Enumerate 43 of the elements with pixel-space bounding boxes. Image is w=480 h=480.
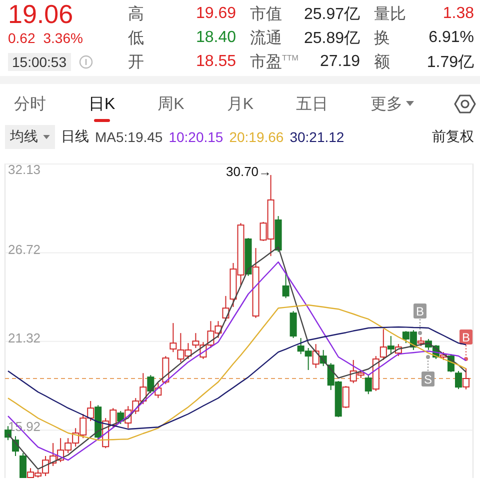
settings-icon[interactable] <box>454 93 476 115</box>
stat-label: 流通 <box>250 28 283 48</box>
ma-value: 10:20.15 <box>168 129 224 145</box>
period-tab[interactable]: 分时 <box>12 84 48 124</box>
stat-value: 19.69 <box>194 5 236 23</box>
adjust-option[interactable]: 前复权 <box>432 128 474 146</box>
period-tab[interactable]: 日K <box>86 84 118 124</box>
period-label: 日线 <box>61 128 89 146</box>
stat-value: 18.55 <box>194 53 236 71</box>
period-tab[interactable]: 五日 <box>294 84 330 124</box>
ma-selector[interactable]: 均线 <box>5 125 55 149</box>
period-tab[interactable]: 月K <box>224 84 256 124</box>
stat-label: 开 <box>128 52 145 72</box>
stat-label: 低 <box>128 28 145 48</box>
stat-value: 6.91% <box>428 29 474 47</box>
stat-label: 额 <box>374 52 391 72</box>
axis-label: 32.13 <box>8 162 41 177</box>
ma-value: 30:21.12 <box>290 129 344 145</box>
period-tab[interactable]: 周K <box>156 84 186 124</box>
ma-value: 20:19.66 <box>229 129 284 145</box>
stat-value: 27.19 <box>318 53 360 71</box>
axis-label: 26.72 <box>8 242 41 257</box>
stat-label: 市值 <box>250 4 283 24</box>
more-dropdown[interactable]: 更多 <box>368 84 416 124</box>
price-change: 0.62 <box>8 30 36 46</box>
stat-label: 换 <box>374 28 391 48</box>
stat-label: 市盈$^{TTM}$ <box>250 52 296 72</box>
candlestick <box>282 273 290 299</box>
stat-value: 18.40 <box>194 29 236 47</box>
change-percent: 3.36% <box>43 30 83 46</box>
caret-icon <box>406 101 414 107</box>
stat-value: 1.79亿 <box>426 52 474 72</box>
stat-value: 25.97亿 <box>302 4 360 24</box>
high-price-label: 30.70→ <box>226 164 272 179</box>
stat-label: 量比 <box>374 4 407 24</box>
quote-time: 15:00:53 <box>8 53 70 71</box>
ma-value: MA5:19.45 <box>95 129 163 145</box>
caret-icon <box>43 134 50 140</box>
stock-price: 19.06 <box>8 2 74 26</box>
stat-value: 1.38 <box>442 5 474 23</box>
axis-label: 21.32 <box>8 330 41 346</box>
stat-value: 25.89亿 <box>302 28 360 48</box>
stat-label: 高 <box>128 4 145 24</box>
